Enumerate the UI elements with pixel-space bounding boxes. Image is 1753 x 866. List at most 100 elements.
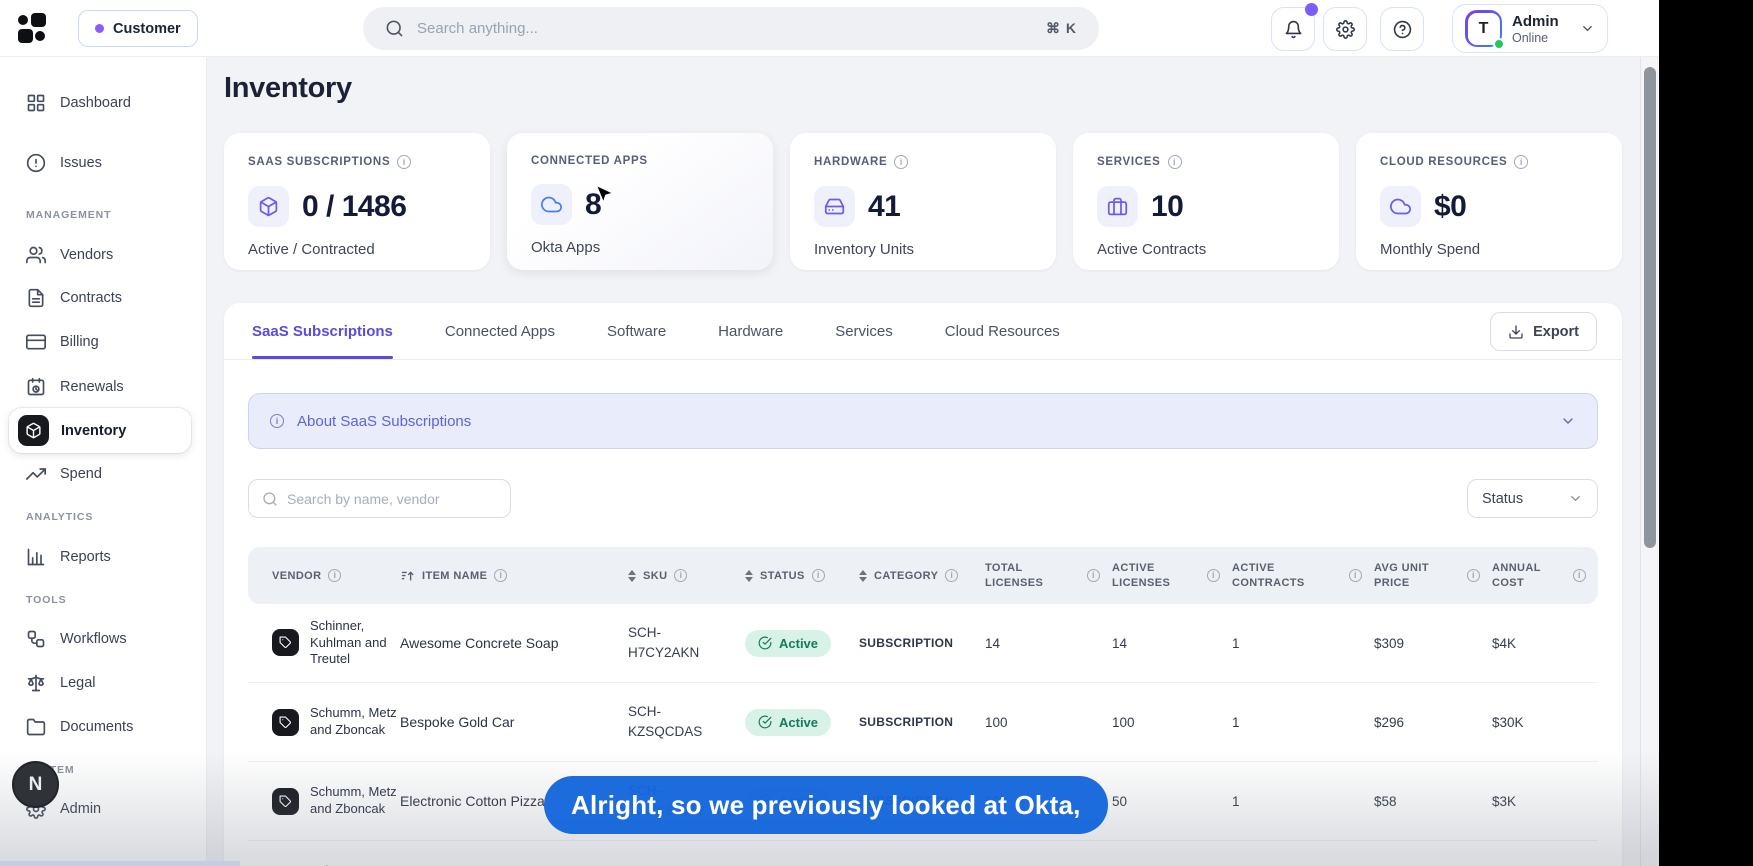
info-icon[interactable] (1207, 569, 1220, 582)
notifications-button[interactable] (1271, 3, 1318, 51)
scrollbar-thumb[interactable] (1644, 67, 1656, 548)
tab-hardware[interactable]: Hardware (718, 303, 783, 359)
briefcase-icon (1097, 186, 1138, 227)
page-title: Inventory (224, 72, 352, 104)
global-search[interactable]: ⌘ K (363, 7, 1099, 50)
table-search[interactable] (248, 479, 511, 518)
sidebar-label: Dashboard (60, 95, 131, 111)
sidebar-item-reports[interactable]: Reports (0, 542, 206, 572)
info-icon[interactable] (328, 569, 342, 582)
sidebar-item-dashboard[interactable]: Dashboard (0, 88, 206, 118)
sidebar-item-renewals[interactable]: Renewals (0, 372, 206, 402)
about-banner[interactable]: About SaaS Subscriptions (248, 393, 1598, 449)
info-icon[interactable] (811, 569, 825, 582)
vendor-tag-icon (272, 787, 299, 815)
sku-value: SCH-H7CY2AKN (628, 625, 700, 660)
about-banner-label: About SaaS Subscriptions (297, 412, 472, 430)
stat-card-services[interactable]: SERVICES 10 Active Contracts (1073, 133, 1339, 270)
column-header-total-licenses[interactable]: TOTAL LICENSES (985, 561, 1112, 591)
sidebar-item-billing[interactable]: Billing (0, 327, 206, 357)
sidebar-label: Billing (60, 334, 99, 350)
workspace-selector[interactable]: Customer (78, 10, 198, 47)
cloud-icon (531, 184, 572, 225)
user-menu[interactable]: T Admin Online (1452, 4, 1608, 53)
app-logo-icon[interactable] (16, 12, 48, 44)
status-filter-dropdown[interactable]: Status (1467, 479, 1598, 518)
sidebar-item-inventory[interactable]: Inventory (9, 408, 191, 453)
stat-label: HARDWARE (814, 156, 888, 168)
column-header-item-name[interactable]: ITEM NAME (400, 568, 628, 583)
tab-software[interactable]: Software (607, 303, 666, 359)
search-icon (386, 20, 403, 37)
info-icon[interactable] (1167, 155, 1182, 169)
chevron-down-icon[interactable] (1560, 413, 1576, 429)
info-icon[interactable] (894, 155, 909, 169)
stat-card-hardware[interactable]: HARDWARE 41 Inventory Units (790, 133, 1056, 270)
column-header-active-contracts[interactable]: ACTIVE CONTRACTS (1232, 561, 1374, 591)
tab-cloud-resources[interactable]: Cloud Resources (945, 303, 1060, 359)
sidebar-label: Renewals (60, 379, 124, 395)
column-header-status[interactable]: STATUS (745, 569, 859, 582)
info-icon[interactable] (674, 569, 688, 582)
sidebar-item-issues[interactable]: Issues (0, 148, 206, 178)
tab-services[interactable]: Services (835, 303, 893, 359)
box-icon (248, 186, 289, 227)
sidebar-item-vendors[interactable]: Vendors (0, 240, 206, 270)
table-row[interactable]: Schumm, Metz and Zboncak Electronic Marb… (248, 841, 1598, 866)
calendar-clock-icon (27, 377, 45, 396)
table-row[interactable]: Schinner, Kuhlman and Treutel Awesome Co… (248, 604, 1598, 683)
alert-circle-icon (26, 153, 46, 173)
table-search-input[interactable] (287, 490, 497, 507)
annual-cost-value: $3K (1492, 793, 1517, 809)
sidebar-item-contracts[interactable]: Contracts (0, 283, 206, 313)
tab-saas-subscriptions[interactable]: SaaS Subscriptions (252, 303, 393, 359)
sidebar-label: Vendors (60, 247, 114, 263)
info-icon[interactable] (1514, 155, 1529, 169)
sidebar-item-workflows[interactable]: Workflows (0, 624, 206, 654)
column-header-sku[interactable]: SKU (628, 569, 745, 582)
info-icon[interactable] (397, 155, 412, 169)
inventory-icon (18, 415, 49, 446)
user-avatar: T (1465, 10, 1505, 50)
user-status: Online (1512, 30, 1549, 45)
stat-card-saas-subscriptions[interactable]: SAAS SUBSCRIPTIONS 0 / 1486 Active / Con… (224, 133, 490, 270)
column-header-active-licenses[interactable]: ACTIVE LICENSES (1112, 561, 1232, 591)
check-circle-icon (758, 636, 772, 650)
help-button[interactable] (1380, 7, 1424, 51)
stat-sublabel: Active Contracts (1097, 241, 1207, 258)
column-header-vendor[interactable]: VENDOR (248, 569, 400, 582)
global-search-input[interactable] (417, 20, 1033, 37)
column-header-category[interactable]: CATEGORY (859, 569, 985, 582)
settings-button[interactable] (1323, 7, 1367, 51)
info-icon[interactable] (1087, 569, 1100, 582)
column-header-avg-unit-price[interactable]: AVG UNIT PRICE (1374, 561, 1492, 591)
export-button[interactable]: Export (1490, 312, 1597, 351)
sidebar-section-management: MANAGEMENT (26, 209, 112, 221)
info-icon[interactable] (1467, 569, 1480, 582)
sku-value: SCH-KZSQCDAS (628, 704, 703, 739)
sidebar-item-spend[interactable]: Spend (0, 459, 206, 489)
stat-sublabel: Okta Apps (531, 239, 601, 256)
avg-unit-price-value: $296 (1374, 714, 1405, 730)
info-icon[interactable] (945, 569, 959, 582)
user-name: Admin (1512, 12, 1559, 30)
sidebar-item-documents[interactable]: Documents (0, 712, 206, 742)
sidebar-label: Inventory (61, 422, 127, 439)
credit-card-icon (26, 334, 46, 350)
total-licenses-value: 14 (985, 635, 1001, 651)
info-icon[interactable] (1349, 569, 1362, 582)
stat-sublabel: Monthly Spend (1380, 241, 1481, 258)
stat-card-cloud-resources[interactable]: CLOUD RESOURCES $0 Monthly Spend (1356, 133, 1622, 270)
total-licenses-value: 100 (985, 714, 1008, 730)
info-icon[interactable] (1573, 569, 1586, 582)
stat-card-connected-apps[interactable]: CONNECTED APPS 8 Okta Apps (507, 133, 773, 270)
sidebar-item-legal[interactable]: Legal (0, 668, 206, 698)
recorder-avatar[interactable]: N (12, 761, 59, 808)
table-row[interactable]: Schumm, Metz and Zboncak Bespoke Gold Ca… (248, 683, 1598, 762)
tab-connected-apps[interactable]: Connected Apps (445, 303, 555, 359)
info-icon[interactable] (494, 569, 508, 582)
item-name: Bespoke Gold Car (400, 714, 515, 730)
vertical-scrollbar[interactable] (1640, 57, 1659, 866)
stat-value: $0 (1434, 189, 1467, 223)
column-header-annual-cost[interactable]: ANNUAL COST (1492, 561, 1598, 591)
